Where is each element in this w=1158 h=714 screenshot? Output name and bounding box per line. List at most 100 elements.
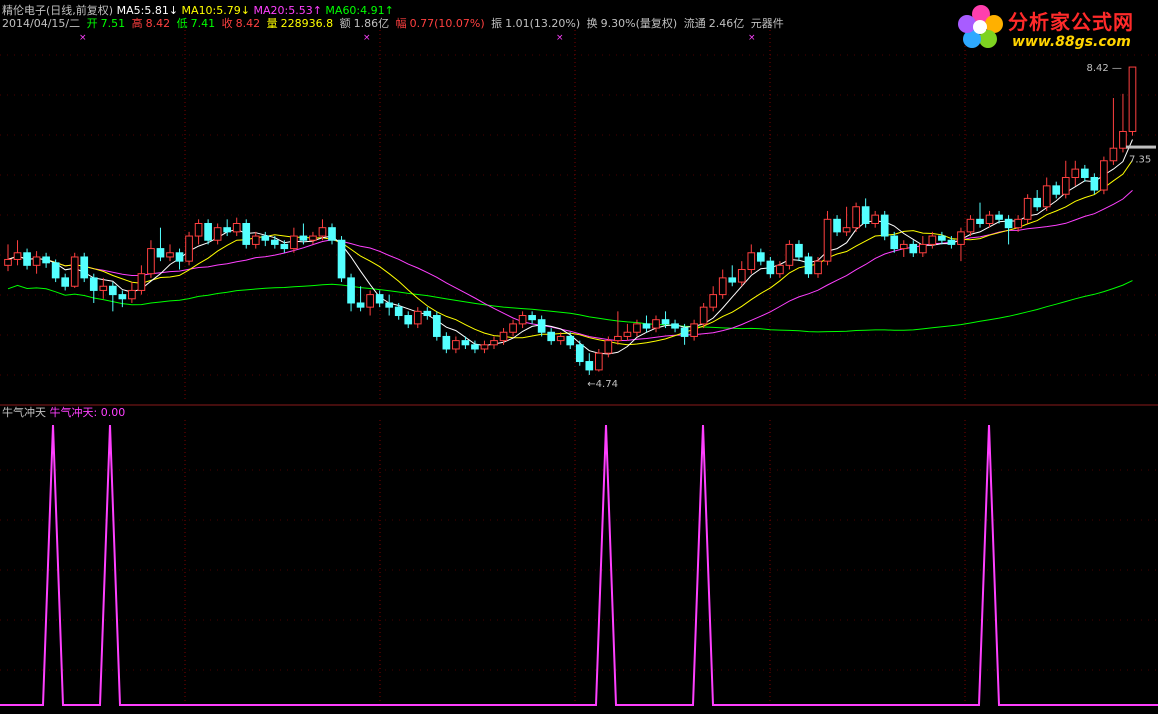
candle	[156, 248, 165, 258]
candle	[128, 289, 136, 300]
candle	[566, 335, 575, 346]
candle	[232, 223, 241, 233]
candle	[1042, 185, 1051, 208]
candle	[690, 323, 698, 337]
low-price-label: ←4.74	[587, 379, 618, 390]
candle	[737, 269, 746, 283]
candle	[280, 243, 289, 250]
candle	[594, 352, 603, 371]
candle	[861, 206, 870, 225]
candle	[432, 315, 441, 337]
candle	[1004, 218, 1013, 229]
candle	[204, 223, 212, 241]
candle	[1090, 176, 1099, 191]
candle	[185, 235, 193, 262]
candle	[480, 344, 489, 350]
candle	[442, 335, 451, 350]
candle	[890, 235, 899, 250]
candle	[633, 323, 641, 333]
candle	[976, 218, 984, 225]
current-price-marker	[1126, 145, 1156, 149]
candle	[1023, 197, 1032, 220]
candle	[194, 223, 203, 237]
candle	[70, 256, 79, 287]
candle	[661, 319, 670, 325]
candle	[413, 310, 422, 325]
site-logo[interactable]: 分析家公式网 www.88gs.com	[956, 2, 1152, 54]
candle	[747, 252, 756, 271]
candle	[947, 239, 956, 245]
candle	[547, 331, 556, 342]
candle	[13, 252, 22, 260]
candle	[680, 327, 689, 337]
candle	[804, 256, 813, 275]
candle	[175, 252, 184, 262]
candle	[366, 294, 374, 308]
candle	[404, 315, 413, 325]
volume-value: 228936.8	[280, 17, 334, 30]
candle	[452, 340, 460, 350]
candle	[356, 302, 365, 308]
candle	[585, 361, 594, 371]
open-value: 7.51	[100, 17, 126, 30]
candle	[375, 294, 384, 304]
candle	[528, 315, 536, 321]
low-value: 7.41	[190, 17, 216, 30]
candle	[842, 227, 851, 233]
candle	[499, 331, 508, 342]
candle	[671, 323, 679, 329]
candle	[642, 323, 651, 329]
candle	[118, 294, 127, 300]
candle	[928, 235, 937, 245]
float-value: 2.46亿	[708, 17, 745, 30]
amplitude-value: 1.01(13.20%)	[505, 17, 581, 30]
change-value: 0.77(10.07%)	[409, 17, 485, 30]
chart-canvas[interactable]: × × × × 8.42 — ←4.74 7.35	[0, 0, 1158, 711]
event-marker: ×	[748, 33, 756, 43]
candle	[1014, 218, 1022, 229]
candle	[814, 260, 822, 275]
chart-root: × × × × 8.42 — ←4.74 7.35	[0, 0, 1158, 711]
current-price-label: 7.35	[1129, 155, 1151, 166]
candle	[537, 319, 546, 333]
candle	[23, 252, 31, 266]
candle	[909, 243, 918, 254]
candle	[833, 218, 841, 233]
candle	[318, 227, 327, 237]
candle	[328, 227, 336, 241]
candle	[42, 256, 50, 264]
candle	[1100, 160, 1108, 191]
candle	[509, 323, 517, 333]
candle	[728, 277, 737, 283]
candle	[823, 218, 832, 262]
indicator-series-label: 牛气冲天:	[49, 406, 98, 419]
turnover-label: 换	[586, 17, 598, 30]
candle	[575, 344, 584, 363]
candle	[1119, 130, 1127, 149]
close-value: 8.42	[235, 17, 261, 30]
candle	[756, 252, 765, 262]
logo-title: 分析家公式网	[1008, 10, 1134, 34]
candle	[461, 340, 470, 346]
candle	[242, 223, 251, 245]
logo-url: www.88gs.com	[1012, 34, 1131, 50]
candle	[766, 260, 775, 275]
candle	[709, 294, 718, 308]
candle	[652, 319, 660, 329]
flower-logo-icon	[958, 5, 1003, 48]
sector-label: 元器件	[750, 17, 784, 30]
high-value: 8.42	[145, 17, 171, 30]
candle	[213, 227, 222, 241]
candle	[1061, 176, 1070, 195]
candle	[604, 340, 613, 354]
candle	[966, 218, 975, 233]
candle	[347, 277, 355, 304]
candle	[1033, 197, 1042, 208]
indicator-header: 牛气冲天 牛气冲天: 0.00	[2, 404, 125, 420]
candle	[394, 306, 403, 317]
candle	[51, 262, 60, 279]
candle	[871, 214, 880, 224]
high-label: 高	[131, 17, 143, 30]
change-label: 幅	[395, 17, 407, 30]
candle	[852, 206, 860, 229]
